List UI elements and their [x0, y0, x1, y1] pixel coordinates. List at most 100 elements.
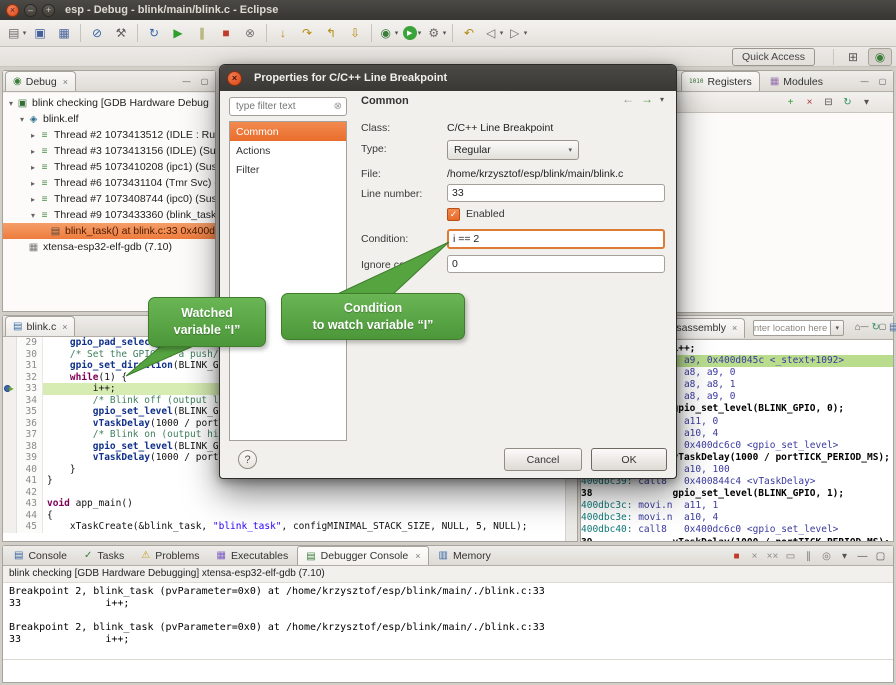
expander-icon[interactable]: ▾ [17, 115, 27, 124]
clear-filter-icon[interactable]: ⊗ [334, 101, 342, 112]
line-number-field[interactable] [447, 184, 665, 202]
location-input[interactable]: Enter location here [753, 320, 831, 336]
forward-icon[interactable]: → [641, 92, 653, 106]
dialog-section-actions[interactable]: Actions [230, 141, 346, 160]
tree-item[interactable]: ▸≡Thread #6 1073431104 (Tmr Svc) (S [3, 175, 215, 191]
restart-button[interactable]: ↻ [143, 22, 165, 44]
editor-line[interactable]: 42 [3, 487, 565, 499]
scroll-lock-icon[interactable]: ∥ [800, 548, 817, 564]
tab-memory[interactable]: ▥Memory [430, 546, 498, 565]
expander-icon[interactable]: ▾ [28, 211, 38, 220]
expander-icon[interactable]: ▸ [28, 131, 38, 140]
disassembly-line[interactable]: 400dbc3c: movi.n a11, 1 [581, 500, 893, 512]
close-tab-icon[interactable]: × [62, 322, 67, 332]
tree-item[interactable]: ▾≡Thread #9 1073433360 (blink_task [3, 207, 215, 223]
help-button[interactable]: ? [238, 450, 257, 469]
filter-input[interactable] [234, 100, 320, 113]
tab-registers[interactable]: 1010 Registers [681, 71, 760, 91]
breakpoint-marker[interactable]: ▶ [3, 383, 17, 395]
disassembly-line[interactable]: 38 gpio_set_level(BLINK_GPIO, 1); [581, 488, 893, 500]
close-tab-icon[interactable]: × [63, 77, 68, 87]
add-register-group-icon[interactable]: + [782, 95, 799, 111]
external-tools-menu[interactable]: ⚙▾ [425, 22, 447, 44]
close-tab-icon[interactable]: × [732, 323, 737, 333]
tab-executables[interactable]: ▦Executables [209, 546, 297, 565]
save-button[interactable]: ▣ [29, 22, 51, 44]
condition-field[interactable] [447, 229, 665, 249]
step-into-button[interactable]: ↓ [272, 22, 294, 44]
remove-launch-icon[interactable]: × [746, 548, 763, 564]
expander-icon[interactable]: ▸ [28, 147, 38, 156]
minimize-button[interactable]: – [24, 4, 37, 17]
console-menu-icon[interactable]: ▾ [836, 548, 853, 564]
tab-blink-c[interactable]: ▤ blink.c × [5, 316, 75, 336]
close-button[interactable]: × [6, 4, 19, 17]
console-output[interactable]: Breakpoint 2, blink_task (pvParameter=0x… [3, 583, 893, 682]
quick-access-button[interactable]: Quick Access [732, 48, 815, 66]
minimize-view-icon[interactable]: — [857, 319, 872, 333]
tab-modules[interactable]: ▦ Modules [762, 71, 831, 91]
maximize-view-icon[interactable]: ▢ [197, 74, 212, 88]
build-all-button[interactable]: ⚒ [110, 22, 132, 44]
maximize-view-icon[interactable]: ▢ [875, 319, 890, 333]
step-over-button[interactable]: ↷ [296, 22, 318, 44]
disassembly-line[interactable]: 39 vTaskDelay(1000 / portTICK_PERIOD_MS)… [581, 537, 893, 542]
view-menu-icon[interactable]: ▾ [660, 95, 664, 104]
maximize-view-icon[interactable]: ▢ [872, 548, 889, 564]
disassembly-line[interactable]: 400dbc40: call8 0x400dc6c0 <gpio_set_lev… [581, 524, 893, 536]
save-all-button[interactable]: ▦ [53, 22, 75, 44]
editor-line[interactable]: 44{ [3, 510, 565, 522]
dialog-section-common[interactable]: Common [230, 122, 346, 141]
editor-line[interactable]: 43void app_main() [3, 498, 565, 510]
skip-all-breakpoints-button[interactable]: ⊘ [86, 22, 108, 44]
type-dropdown[interactable]: Regular ▾ [447, 140, 579, 160]
tree-item[interactable]: ▸≡Thread #3 1073413156 (IDLE) (Susp [3, 143, 215, 159]
disassembly-line[interactable]: 400dbc3e: movi.n a10, 4 [581, 512, 893, 524]
back-icon[interactable]: ← [622, 92, 634, 106]
tree-item[interactable]: ▦xtensa-esp32-elf-gdb (7.10) [3, 239, 215, 255]
tab-console[interactable]: ▤Console [6, 546, 75, 565]
suspend-button[interactable]: ∥ [191, 22, 213, 44]
run-menu[interactable]: ▶▾ [401, 22, 423, 44]
dialog-close-button[interactable]: × [227, 71, 242, 86]
back-history-menu[interactable]: ◁▾ [482, 22, 504, 44]
tab-problems[interactable]: ⚠Problems [133, 546, 207, 565]
minimize-view-icon[interactable]: — [857, 74, 872, 88]
remove-all-launches-icon[interactable]: ×× [764, 548, 781, 564]
editor-line[interactable]: 45 xTaskCreate(&blink_task, "blink_task"… [3, 521, 565, 533]
tree-item[interactable]: ▾▣blink checking [GDB Hardware Debug [3, 95, 215, 111]
tab-debug[interactable]: ◉ Debug × [5, 71, 76, 91]
tree-item[interactable]: ▸≡Thread #2 1073413512 (IDLE : Runn [3, 127, 215, 143]
step-return-button[interactable]: ↰ [320, 22, 342, 44]
stack-frame-item[interactable]: ▤blink_task() at blink.c:33 0x400db [3, 223, 215, 239]
close-tab-icon[interactable]: × [415, 551, 420, 561]
pin-console-icon[interactable]: ◎ [818, 548, 835, 564]
drop-to-frame-button[interactable]: ⇩ [344, 22, 366, 44]
resume-button[interactable]: ▶ [167, 22, 189, 44]
minimize-view-icon[interactable]: — [854, 548, 871, 564]
disconnect-button[interactable]: ⊗ [239, 22, 261, 44]
ignore-count-field[interactable] [447, 255, 665, 273]
remove-register-group-icon[interactable]: × [801, 95, 818, 111]
maximize-view-icon[interactable]: ▢ [875, 74, 890, 88]
cancel-button[interactable]: Cancel [504, 448, 582, 471]
dialog-section-filter[interactable]: Filter [230, 160, 346, 179]
tab-tasks[interactable]: ✓Tasks [76, 546, 132, 565]
terminate-icon[interactable]: ■ [728, 548, 745, 564]
expander-icon[interactable]: ▸ [28, 195, 38, 204]
refresh-icon[interactable]: ↻ [839, 95, 856, 111]
expander-icon[interactable]: ▾ [6, 99, 16, 108]
tree-item[interactable]: ▸≡Thread #7 1073408744 (ipc0) (Susp [3, 191, 215, 207]
last-edit-location-button[interactable]: ↶ [458, 22, 480, 44]
minimize-view-icon[interactable]: — [179, 74, 194, 88]
ok-button[interactable]: OK [591, 448, 667, 471]
new-wizard-menu[interactable]: ▤▾ [5, 22, 27, 44]
expander-icon[interactable]: ▸ [28, 163, 38, 172]
expander-icon[interactable]: ▸ [28, 179, 38, 188]
tree-item[interactable]: ▸≡Thread #5 1073410208 (ipc1) (Susp [3, 159, 215, 175]
collapse-all-icon[interactable]: ⊟ [820, 95, 837, 111]
clear-console-icon[interactable]: ▭ [782, 548, 799, 564]
debug-perspective-button[interactable]: ◉ [868, 48, 892, 66]
tab-debugger-console[interactable]: ▤Debugger Console× [297, 546, 429, 565]
maximize-button[interactable]: + [42, 4, 55, 17]
